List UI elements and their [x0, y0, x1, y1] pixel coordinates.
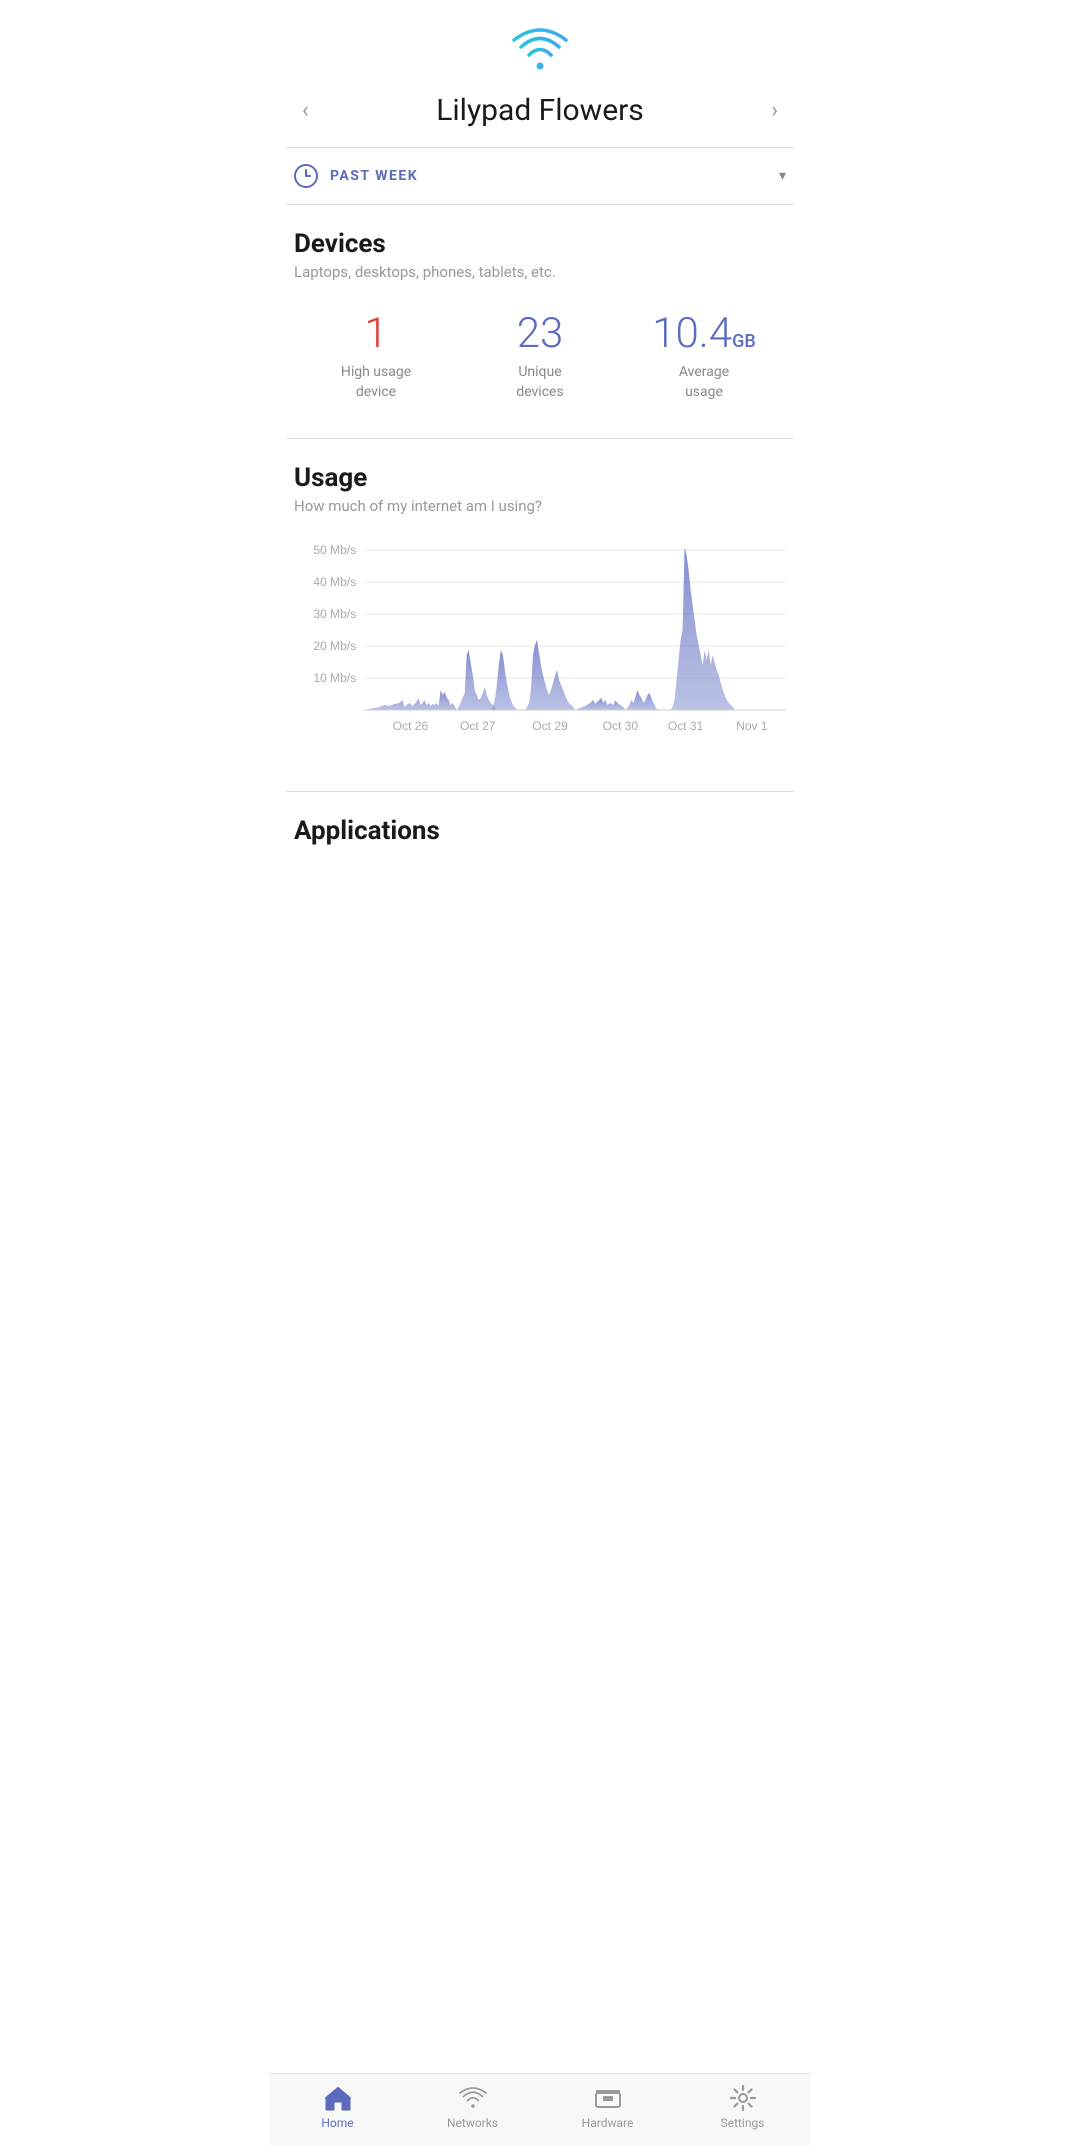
- svg-text:40 Mb/s: 40 Mb/s: [313, 575, 356, 589]
- networks-icon: [459, 2084, 487, 2112]
- svg-text:50 Mb/s: 50 Mb/s: [313, 543, 356, 557]
- bottom-nav: Home Networks Hardware: [270, 2073, 810, 2146]
- high-usage-value: 1: [364, 311, 387, 357]
- applications-title: Applications: [294, 816, 786, 846]
- prev-network-button[interactable]: ‹: [294, 90, 317, 131]
- svg-text:Oct 27: Oct 27: [460, 719, 496, 733]
- home-label: Home: [321, 2116, 353, 2130]
- svg-text:20 Mb/s: 20 Mb/s: [313, 639, 356, 653]
- usage-subtitle: How much of my internet am I using?: [294, 497, 786, 515]
- period-label: PAST WEEK: [330, 168, 779, 184]
- nav-hardware[interactable]: Hardware: [568, 2084, 648, 2130]
- clock-icon: [294, 164, 318, 188]
- unique-devices-label: Uniquedevices: [516, 363, 563, 402]
- high-usage-label: High usagedevice: [341, 363, 411, 402]
- average-usage-value: 10.4GB: [652, 311, 756, 357]
- nav-settings[interactable]: Settings: [703, 2084, 783, 2130]
- svg-text:Nov 1: Nov 1: [736, 719, 768, 733]
- svg-text:30 Mb/s: 30 Mb/s: [313, 607, 356, 621]
- svg-text:Oct 30: Oct 30: [603, 719, 639, 733]
- network-title: Lilypad Flowers: [436, 93, 644, 128]
- svg-text:Oct 26: Oct 26: [393, 719, 429, 733]
- devices-subtitle: Laptops, desktops, phones, tablets, etc.: [294, 263, 786, 281]
- nav-home[interactable]: Home: [298, 2084, 378, 2130]
- period-selector[interactable]: PAST WEEK ▾: [270, 148, 810, 204]
- usage-section: Usage How much of my internet am I using…: [270, 439, 810, 791]
- hardware-icon: [594, 2084, 622, 2112]
- home-icon: [324, 2084, 352, 2112]
- applications-section: Applications: [270, 792, 810, 930]
- next-network-button[interactable]: ›: [763, 90, 786, 131]
- wifi-header: [270, 0, 810, 82]
- wifi-icon: [512, 28, 568, 72]
- devices-section: Devices Laptops, desktops, phones, table…: [270, 205, 810, 438]
- usage-title: Usage: [294, 463, 786, 493]
- stats-row: 1 High usagedevice 23 Uniquedevices 10.4…: [294, 301, 786, 422]
- settings-icon: [729, 2084, 757, 2112]
- hardware-label: Hardware: [582, 2116, 634, 2130]
- usage-chart: 50 Mb/s 40 Mb/s 30 Mb/s 20 Mb/s 10 Mb/s: [294, 535, 786, 755]
- svg-text:Oct 31: Oct 31: [668, 719, 704, 733]
- chevron-down-icon: ▾: [779, 168, 786, 184]
- devices-title: Devices: [294, 229, 786, 259]
- average-usage-label: Averageusage: [679, 363, 729, 402]
- networks-label: Networks: [447, 2116, 498, 2130]
- svg-text:10 Mb/s: 10 Mb/s: [313, 671, 356, 685]
- unique-devices-stat: 23 Uniquedevices: [458, 311, 622, 402]
- svg-text:Oct 29: Oct 29: [532, 719, 568, 733]
- nav-networks[interactable]: Networks: [433, 2084, 513, 2130]
- average-usage-stat: 10.4GB Averageusage: [622, 311, 786, 402]
- high-usage-stat: 1 High usagedevice: [294, 311, 458, 402]
- title-bar: ‹ Lilypad Flowers ›: [270, 82, 810, 147]
- settings-label: Settings: [721, 2116, 765, 2130]
- unique-devices-value: 23: [517, 311, 564, 357]
